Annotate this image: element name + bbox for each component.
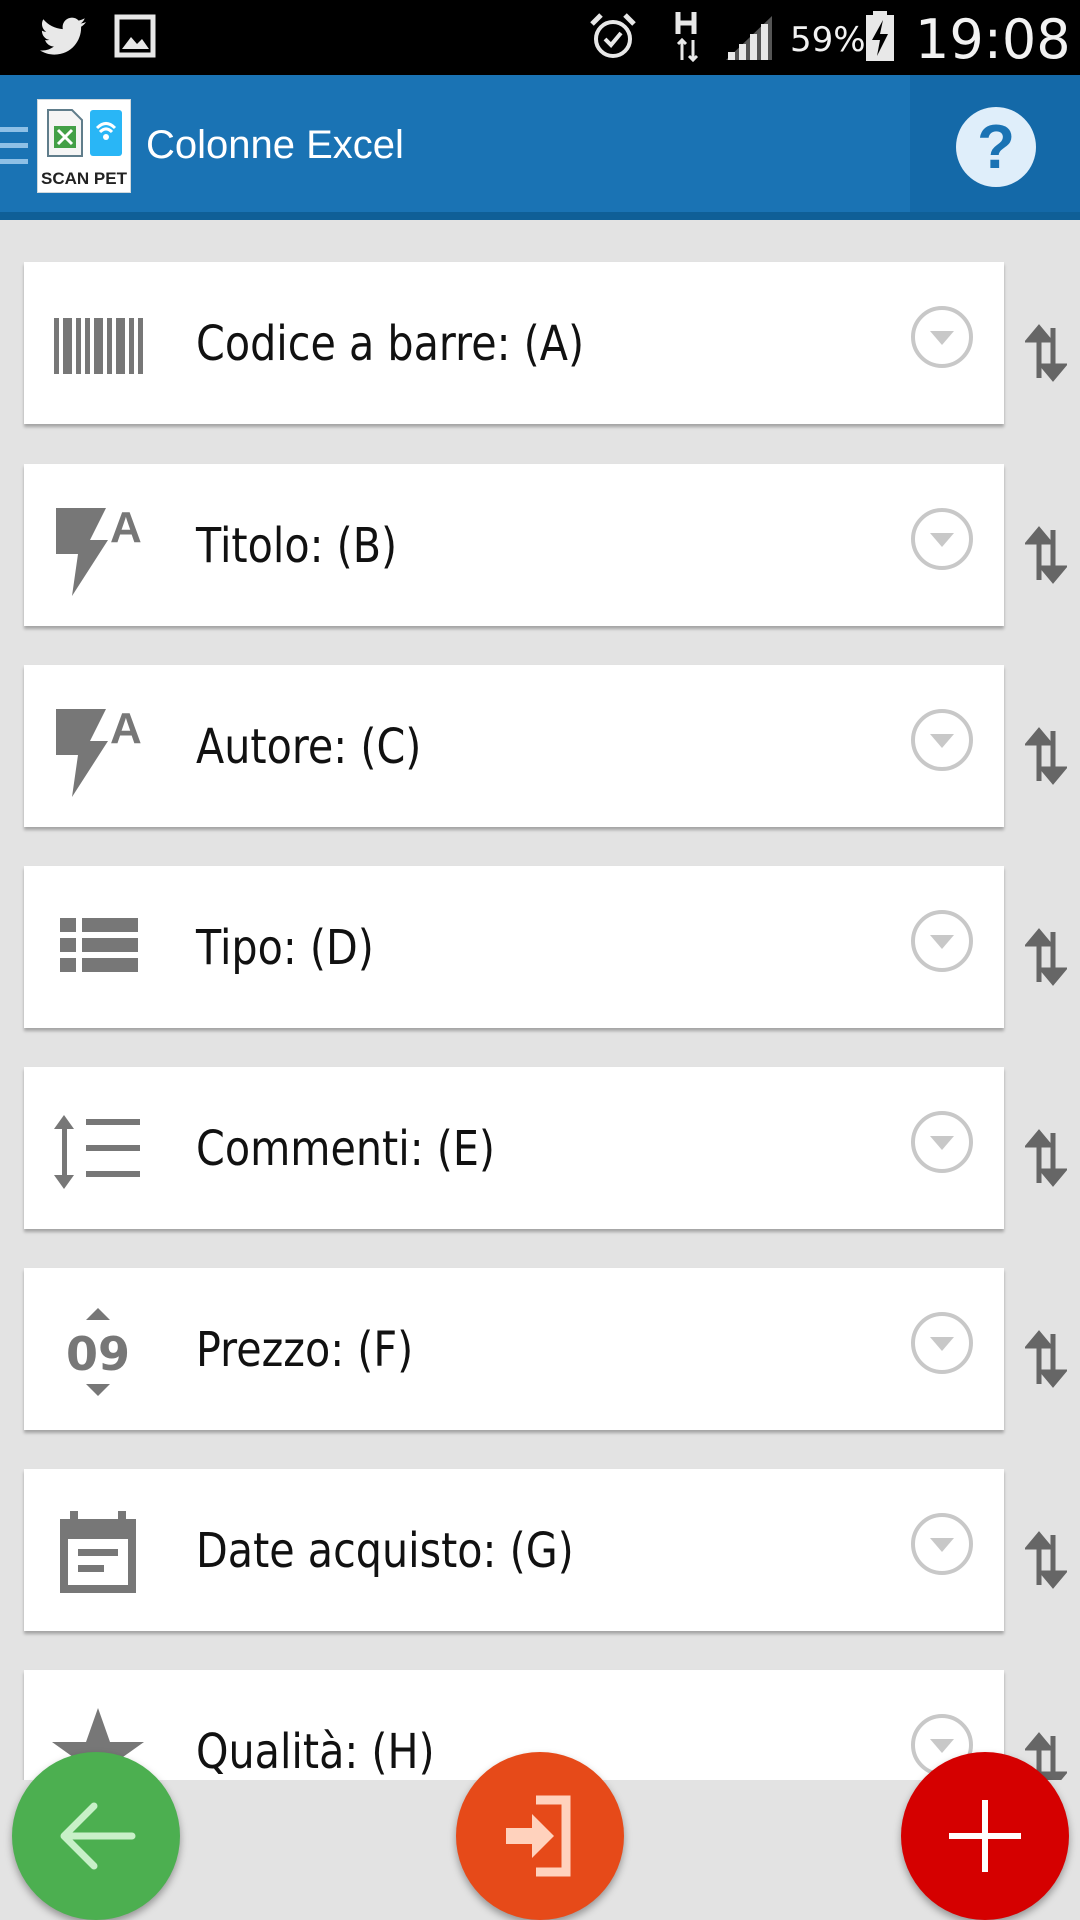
twitter-icon [40, 17, 86, 55]
column-label: Date acquisto: (G) [196, 1523, 574, 1579]
app-logo[interactable]: SCAN PET [37, 99, 131, 193]
list-item: Date acquisto: (G) [0, 1469, 1080, 1631]
image-icon [114, 14, 156, 58]
alarm-icon [590, 13, 636, 58]
reorder-icon[interactable] [1025, 926, 1067, 988]
column-card[interactable]: Tipo: (D) [24, 866, 1004, 1028]
spreadsheet-icon [47, 109, 83, 157]
column-label: Qualità: (H) [196, 1724, 435, 1780]
back-button[interactable] [12, 1752, 180, 1920]
list-item: A Titolo: (B) [0, 464, 1080, 626]
svg-text:A: A [110, 503, 142, 552]
chevron-down-icon[interactable] [910, 1311, 974, 1375]
add-column-button[interactable] [901, 1752, 1069, 1920]
column-label: Commenti: (E) [196, 1121, 496, 1177]
list-item: A Autore: (C) [0, 665, 1080, 827]
battery-charging-icon [866, 11, 894, 61]
logo-text: SCAN PET [41, 169, 127, 188]
chevron-down-icon[interactable] [910, 1512, 974, 1576]
column-card[interactable]: Commenti: (E) [24, 1067, 1004, 1229]
flash-text-icon: A [56, 503, 142, 596]
arrow-left-icon [60, 1802, 136, 1870]
chevron-down-icon[interactable] [910, 507, 974, 571]
list-item: Codice a barre: (A) [0, 262, 1080, 424]
drawer-menu-icon[interactable] [0, 127, 28, 175]
reorder-icon[interactable] [1025, 1328, 1067, 1390]
signal-icon [726, 16, 772, 60]
svg-text:A: A [110, 704, 142, 753]
number-stepper-icon: 09 [66, 1308, 130, 1396]
list-item: Tipo: (D) [0, 866, 1080, 1028]
help-button[interactable]: ? [956, 107, 1036, 187]
battery-percentage: 59% [790, 20, 866, 60]
column-card[interactable]: Codice a barre: (A) [24, 262, 1004, 424]
network-h-icon [675, 12, 699, 62]
flash-text-icon: A [56, 704, 142, 797]
column-label: Tipo: (D) [196, 920, 374, 976]
chevron-down-icon[interactable] [910, 909, 974, 973]
reorder-icon[interactable] [1025, 1529, 1067, 1591]
reorder-icon[interactable] [1025, 322, 1067, 384]
chevron-down-icon[interactable] [910, 708, 974, 772]
chevron-down-icon[interactable] [910, 1110, 974, 1174]
status-bar: 59% 19:08 [0, 0, 1080, 75]
column-label: Codice a barre: (A) [196, 316, 585, 372]
column-card[interactable]: A Titolo: (B) [24, 464, 1004, 626]
column-label: Prezzo: (F) [196, 1322, 414, 1378]
wifi-phone-icon [90, 110, 122, 156]
import-button[interactable] [456, 1752, 624, 1920]
chevron-down-icon[interactable] [910, 305, 974, 369]
sign-in-icon [506, 1795, 571, 1877]
column-card[interactable]: A Autore: (C) [24, 665, 1004, 827]
plus-icon [949, 1800, 1021, 1872]
clock: 19:08 [915, 8, 1071, 71]
column-card[interactable]: 09 Prezzo: (F) [24, 1268, 1004, 1430]
page-title: Colonne Excel [146, 123, 404, 167]
svg-text:09: 09 [66, 1327, 130, 1381]
calendar-icon [60, 1511, 136, 1593]
column-label: Titolo: (B) [196, 518, 398, 574]
reorder-icon[interactable] [1025, 725, 1067, 787]
reorder-icon[interactable] [1025, 524, 1067, 586]
list-item: 09 Prezzo: (F) [0, 1268, 1080, 1430]
column-card[interactable]: Date acquisto: (G) [24, 1469, 1004, 1631]
reorder-icon[interactable] [1025, 1127, 1067, 1189]
line-spacing-icon [54, 1115, 140, 1189]
column-label: Autore: (C) [196, 719, 422, 775]
app-bar-divider [0, 212, 1080, 220]
barcode-icon [54, 318, 143, 374]
list-icon [60, 918, 138, 972]
column-list: Codice a barre: (A) A Titolo: (B) A Auto… [0, 220, 1080, 1780]
list-item: Commenti: (E) [0, 1067, 1080, 1229]
